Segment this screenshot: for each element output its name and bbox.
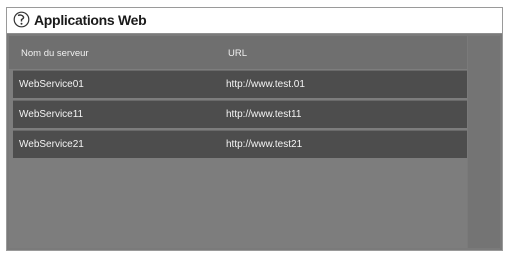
side-scroll-area[interactable] xyxy=(468,36,500,248)
table-header: Nom du serveur URL xyxy=(9,36,467,69)
server-name-cell: WebService21 xyxy=(19,139,84,150)
column-header-url[interactable]: URL xyxy=(228,48,247,59)
table-row[interactable]: WebService21 http://www.test21 xyxy=(13,130,467,158)
url-cell: http://www.test21 xyxy=(226,139,303,150)
url-cell: http://www.test11 xyxy=(226,109,302,120)
table-row[interactable]: WebService11 http://www.test11 xyxy=(13,100,467,128)
applications-web-window: Applications Web Nom du serveur URL WebS… xyxy=(6,7,503,251)
table-body: WebService01 http://www.test.01 WebServi… xyxy=(13,70,467,160)
globe-info-icon xyxy=(13,11,30,28)
window-title: Applications Web xyxy=(34,12,147,28)
server-name-cell: WebService11 xyxy=(19,109,84,120)
url-cell: http://www.test.01 xyxy=(226,79,305,90)
applications-table: Nom du serveur URL WebService01 http://w… xyxy=(9,36,467,248)
server-name-cell: WebService01 xyxy=(19,79,84,90)
window-titlebar: Applications Web xyxy=(7,8,502,34)
column-header-server[interactable]: Nom du serveur xyxy=(21,48,89,59)
table-row[interactable]: WebService01 http://www.test.01 xyxy=(13,70,467,98)
